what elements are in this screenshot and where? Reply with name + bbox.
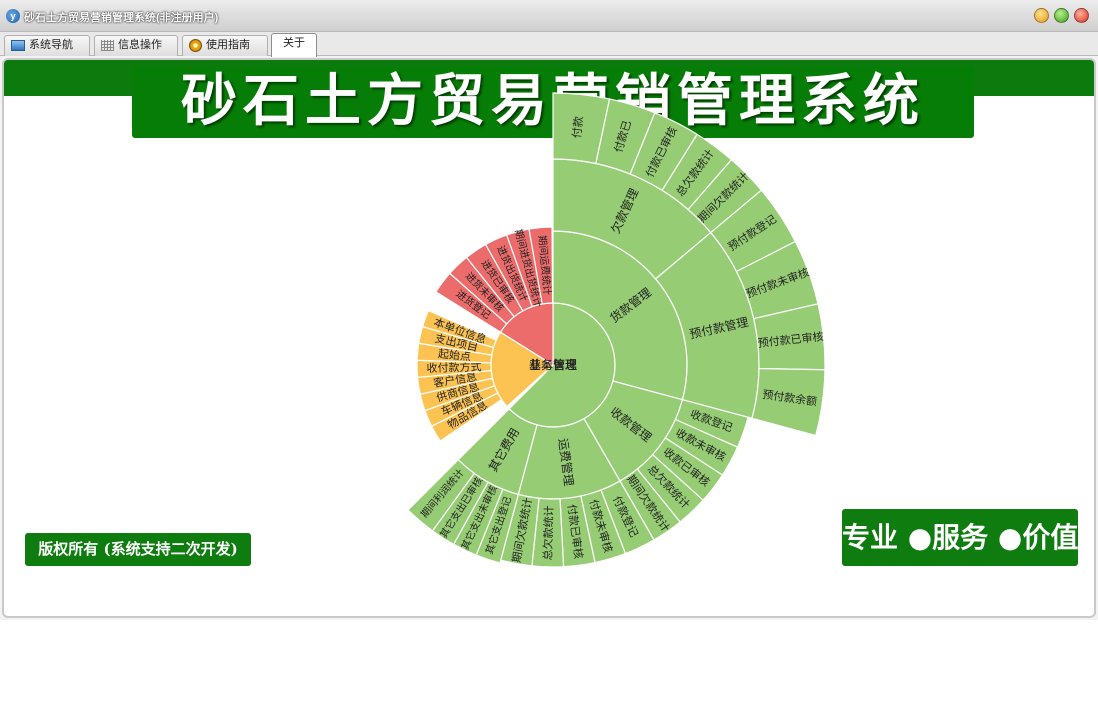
grid-icon [101,39,114,51]
maximize-button[interactable] [1054,8,1069,23]
leaf-prepayment-3[interactable]: 预付款余额 [751,367,826,437]
slogan-badge: 专业 ●服务 ●价值 [842,509,1078,566]
tab-system-navigation[interactable]: 系统导航 [4,35,90,56]
title-bar: y 砂石土方贸易营销管理系统(非注册用户) [0,0,1098,32]
tab-info-operations[interactable]: 信息操作 [94,35,178,56]
window-title: 砂石土方贸易营销管理系统(非注册用户) [24,12,219,24]
tab-about[interactable]: 关于 [271,33,317,57]
tab-label: 系统导航 [29,39,73,51]
app-logo-icon: y [6,9,20,23]
tab-label: 关于 [283,37,305,49]
tab-label: 信息操作 [118,39,162,51]
application-window: y 砂石土方贸易营销管理系统(非注册用户) 系统导航 信息操作 使用指南 关于 … [0,0,1098,620]
main-content: 砂石土方贸易营销管理系统 财务管理货款管理收款管理运费管理其它费用欠款管理预付款… [2,58,1096,618]
tab-bar: 系统导航 信息操作 使用指南 关于 [0,32,1098,57]
tab-user-guide[interactable]: 使用指南 [182,35,268,56]
leaf-freight-3-label: 总欠款统计 [540,505,555,560]
monitor-icon [11,39,25,51]
leaf-arrears-0-label: 付款 [569,116,585,139]
close-button[interactable] [1074,8,1089,23]
disc-icon [189,38,202,52]
minimize-button[interactable] [1034,8,1049,23]
node-business-management-label: 业务管理 [529,357,577,372]
tab-label: 使用指南 [206,39,250,51]
copyright-notice: 版权所有 (系统支持二次开发) [25,533,251,566]
